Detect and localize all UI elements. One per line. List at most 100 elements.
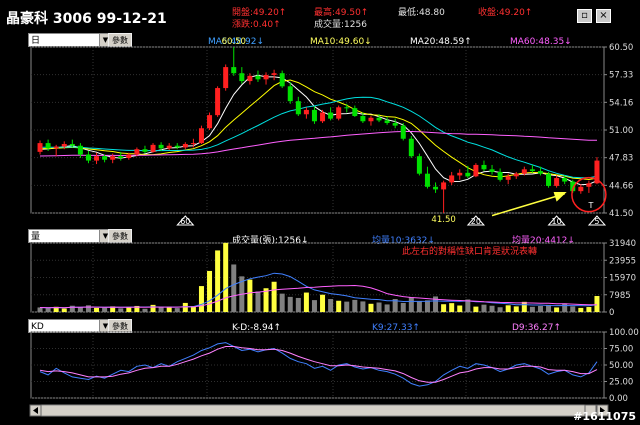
candle-body [37, 143, 43, 152]
candle-body [473, 164, 479, 177]
candle-body [408, 138, 414, 157]
volume-bar [513, 306, 519, 312]
ma-marker-label: 10 [552, 217, 562, 226]
candle-body [449, 175, 455, 183]
candle-body [529, 169, 535, 172]
volume-bar [400, 302, 406, 312]
y-tick-label: 51.00 [609, 126, 633, 136]
candle-body [513, 173, 519, 177]
volume-bar [118, 308, 124, 312]
k-line [39, 342, 598, 387]
volume-bar [69, 305, 75, 312]
candle-body [271, 73, 277, 75]
candle-body [352, 108, 358, 117]
candle-body [150, 144, 156, 152]
candle-body [336, 107, 342, 119]
volume-bar [594, 296, 600, 312]
candle-body [441, 182, 447, 190]
volume-bar [424, 300, 430, 312]
horizontal-scrollbar[interactable] [29, 404, 609, 417]
ma-marker-label: 60 [180, 217, 190, 226]
volume-bar [231, 264, 237, 312]
volume-bar [554, 307, 560, 312]
candle-body [279, 73, 285, 87]
candle-body [207, 115, 213, 129]
candle-body [247, 75, 253, 82]
volume-bar [279, 293, 285, 312]
candle-body [328, 112, 334, 119]
candle-body [400, 125, 406, 139]
candle-body [69, 143, 75, 146]
volume-bar [158, 307, 164, 312]
candle-body [110, 156, 116, 160]
volume-bar [473, 306, 479, 312]
y-tick-label: 57.33 [609, 71, 633, 81]
y-tick-label: 15970 [609, 274, 636, 284]
arrowhead-annotation [553, 192, 567, 202]
stock-chart[interactable]: 60.50 57.33 54.16 51.00 47.83 44.66 41.50 31940… [0, 0, 640, 425]
volume-bar [384, 304, 390, 312]
candle-body [45, 143, 51, 149]
volume-bar [102, 307, 108, 312]
volume-bar [376, 302, 382, 312]
volume-bar [271, 281, 277, 312]
volume-bar [85, 305, 91, 312]
y-tick-label: 60.50 [609, 43, 633, 53]
d-line [39, 346, 598, 383]
candle-body [166, 145, 172, 149]
candle-body [497, 171, 503, 180]
volume-bar [247, 279, 253, 312]
ma10-line [39, 79, 598, 181]
ma-marker-label: 20 [471, 217, 481, 226]
ma60-line [39, 131, 598, 157]
candle-body [586, 183, 592, 187]
volume-bar [505, 305, 511, 312]
volume-bar [311, 300, 317, 312]
arrow-annotation [491, 193, 565, 217]
candle-body [85, 154, 91, 161]
candle-body [126, 154, 132, 158]
volume-bar [255, 291, 261, 312]
candle-body [263, 74, 269, 80]
candle-body [287, 86, 293, 102]
candle-body [311, 109, 317, 122]
candle-body [239, 73, 245, 82]
candle-body [77, 145, 83, 155]
candle-body [102, 156, 108, 160]
volume-bar [77, 307, 83, 312]
ma5-line [39, 74, 598, 186]
volume-bar [529, 306, 535, 312]
candle-body [198, 128, 204, 144]
volume-bar [207, 270, 213, 312]
candle-body [94, 156, 100, 161]
candle-body [424, 173, 430, 187]
volume-bar [37, 307, 43, 312]
y-tick-label: 31940 [609, 239, 636, 249]
y-tick-label: 50.00 [609, 361, 633, 371]
watermark: #1611075 [573, 410, 636, 423]
panel-frame [30, 46, 605, 214]
volume-bar [94, 307, 100, 312]
volume-bar [441, 304, 447, 312]
volume-bar [303, 292, 309, 312]
volume-bar [562, 303, 568, 312]
candle-body [223, 67, 229, 89]
volume-bar [416, 300, 422, 312]
candle-body [61, 143, 67, 147]
candle-body [416, 156, 422, 174]
candle-body [303, 109, 309, 115]
candle-body [320, 112, 326, 122]
volume-bar [45, 308, 51, 312]
candle-body [457, 172, 463, 176]
low-price-label: 41.50 [431, 215, 455, 225]
volume-bar [295, 297, 301, 312]
y-tick-label: 7985 [609, 291, 631, 301]
candle-body [174, 145, 180, 148]
volume-bar [287, 296, 293, 312]
candle-body [537, 171, 543, 174]
volume-bar [497, 307, 503, 312]
y-tick-label: 0.00 [609, 394, 628, 404]
candle-body [554, 178, 560, 186]
candle-body [489, 169, 495, 172]
y-tick-label: 23955 [609, 256, 636, 266]
